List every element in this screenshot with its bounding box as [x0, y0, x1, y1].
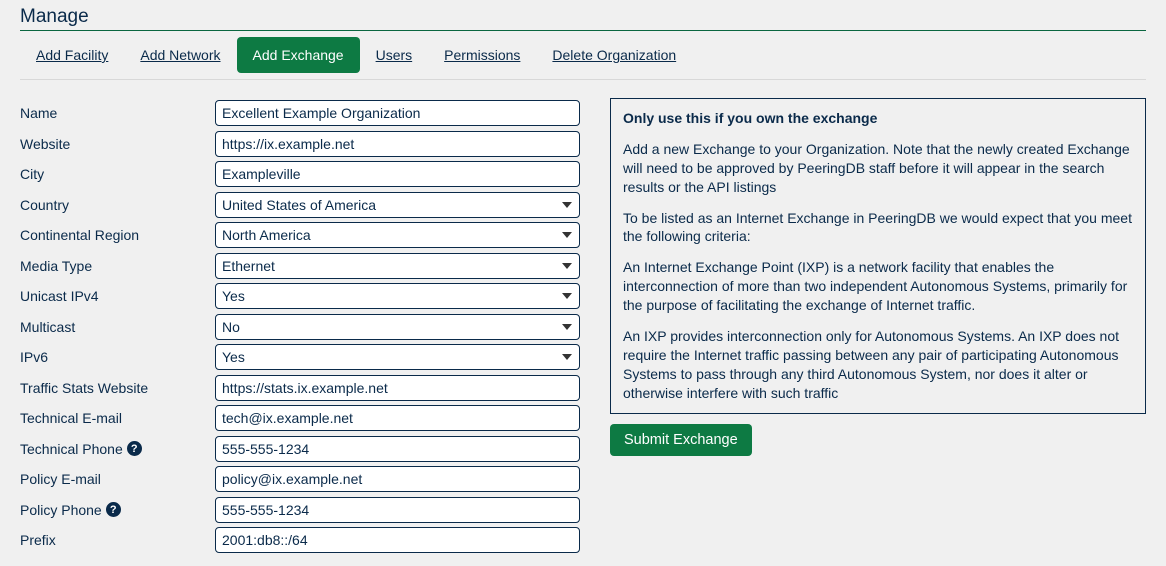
label-prefix: Prefix [20, 525, 215, 556]
input-unicast-ipv4[interactable]: Yes [215, 283, 580, 309]
input-name[interactable] [215, 100, 580, 126]
info-p4: An IXP provides interconnection only for… [623, 327, 1133, 403]
label-text-unicast-ipv4: Unicast IPv4 [20, 288, 99, 304]
label-text-technical-phone: Technical Phone [20, 441, 123, 457]
label-text-prefix: Prefix [20, 532, 56, 548]
input-city[interactable] [215, 161, 580, 187]
label-technical-email: Technical E-mail [20, 403, 215, 434]
label-policy-phone: Policy Phone? [20, 495, 215, 526]
label-text-media-type: Media Type [20, 258, 92, 274]
label-text-name: Name [20, 105, 57, 121]
tab-users[interactable]: Users [360, 37, 429, 73]
input-website[interactable] [215, 131, 580, 157]
page-title: Manage [20, 6, 1146, 31]
info-heading: Only use this if you own the exchange [623, 109, 1133, 128]
info-p2: To be listed as an Internet Exchange in … [623, 209, 1133, 247]
label-text-continental-region: Continental Region [20, 227, 139, 243]
label-text-policy-phone: Policy Phone [20, 502, 102, 518]
submit-exchange-button[interactable]: Submit Exchange [610, 424, 752, 456]
input-technical-email[interactable] [215, 405, 580, 431]
label-text-website: Website [20, 136, 70, 152]
info-box: Only use this if you own the exchange Ad… [610, 98, 1146, 414]
info-p1: Add a new Exchange to your Organization.… [623, 140, 1133, 197]
input-policy-phone[interactable] [215, 497, 580, 523]
label-traffic-stats-website: Traffic Stats Website [20, 373, 215, 404]
label-text-technical-email: Technical E-mail [20, 410, 122, 426]
input-prefix[interactable] [215, 527, 580, 553]
label-media-type: Media Type [20, 251, 215, 282]
input-media-type[interactable]: Ethernet [215, 253, 580, 279]
input-ipv6[interactable]: Yes [215, 344, 580, 370]
tab-permissions[interactable]: Permissions [428, 37, 536, 73]
help-icon[interactable]: ? [127, 441, 142, 456]
label-country: Country [20, 190, 215, 221]
label-text-policy-email: Policy E-mail [20, 471, 101, 487]
tab-add-exchange[interactable]: Add Exchange [237, 37, 360, 73]
tabs: Add FacilityAdd NetworkAdd ExchangeUsers… [20, 31, 1146, 80]
label-text-multicast: Multicast [20, 319, 75, 335]
label-policy-email: Policy E-mail [20, 464, 215, 495]
label-text-city: City [20, 166, 44, 182]
label-unicast-ipv4: Unicast IPv4 [20, 281, 215, 312]
form-inputs-column: United States of America North America Eth… [215, 98, 580, 556]
label-city: City [20, 159, 215, 190]
help-icon[interactable]: ? [106, 502, 121, 517]
label-text-ipv6: IPv6 [20, 349, 48, 365]
input-policy-email[interactable] [215, 466, 580, 492]
input-continental-region[interactable]: North America [215, 222, 580, 248]
label-continental-region: Continental Region [20, 220, 215, 251]
tab-delete-organization[interactable]: Delete Organization [536, 37, 692, 73]
label-ipv6: IPv6 [20, 342, 215, 373]
input-country[interactable]: United States of America [215, 192, 580, 218]
label-text-traffic-stats-website: Traffic Stats Website [20, 380, 148, 396]
label-multicast: Multicast [20, 312, 215, 343]
tab-add-network[interactable]: Add Network [124, 37, 236, 73]
input-traffic-stats-website[interactable] [215, 375, 580, 401]
tab-add-facility[interactable]: Add Facility [20, 37, 124, 73]
label-technical-phone: Technical Phone? [20, 434, 215, 465]
form-labels-column: Name Website City Country Continental Region… [20, 98, 215, 556]
label-text-country: Country [20, 197, 69, 213]
input-multicast[interactable]: No [215, 314, 580, 340]
label-website: Website [20, 129, 215, 160]
label-name: Name [20, 98, 215, 129]
input-technical-phone[interactable] [215, 436, 580, 462]
info-p3: An Internet Exchange Point (IXP) is a ne… [623, 258, 1133, 315]
